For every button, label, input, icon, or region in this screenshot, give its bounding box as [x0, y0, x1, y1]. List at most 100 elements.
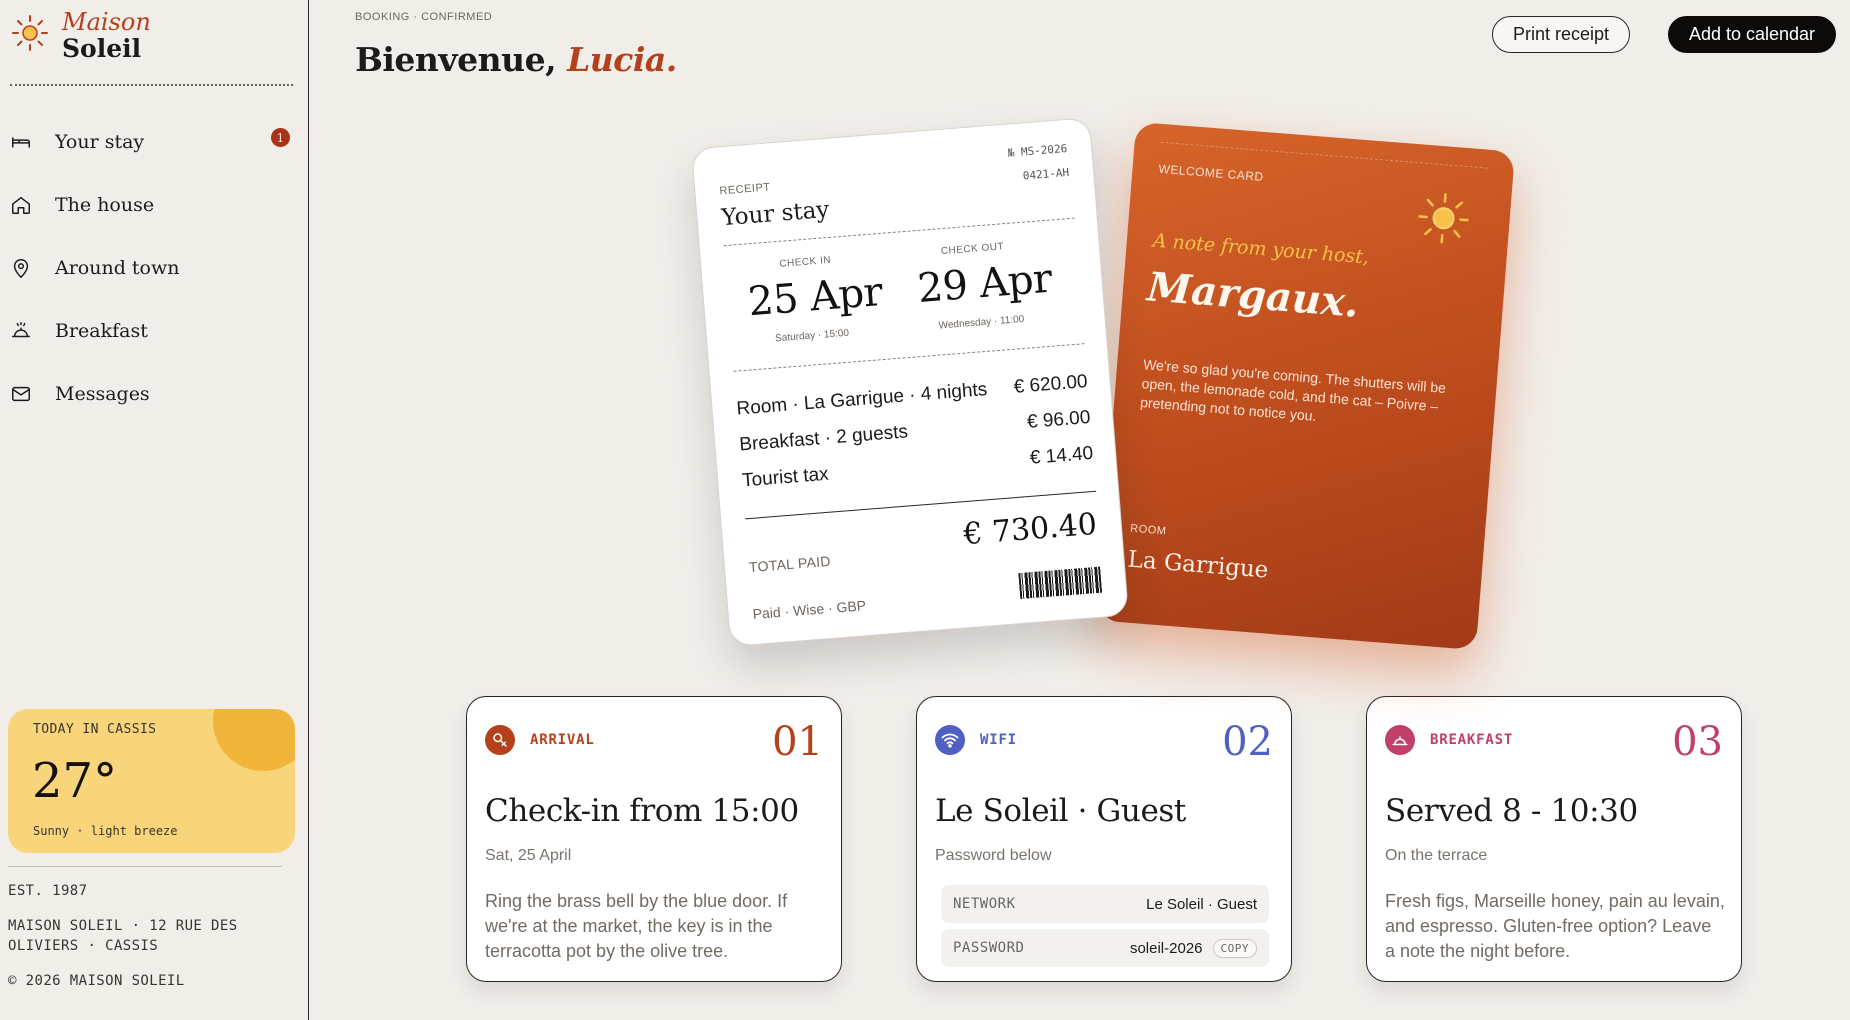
- sidebar-item-label: Breakfast: [55, 319, 148, 342]
- brand-name-bottom: Soleil: [62, 34, 142, 63]
- weather-label: TODAY IN CASSIS: [33, 722, 157, 737]
- checkin-label: CHECK IN: [778, 254, 832, 270]
- sidebar-item-messages[interactable]: Messages: [0, 362, 309, 425]
- sidebar-item-label: Messages: [55, 382, 150, 405]
- sidebar-divider: [10, 84, 293, 86]
- add-to-calendar-button[interactable]: Add to calendar: [1668, 16, 1836, 53]
- card-tag: WIFI: [980, 732, 1017, 748]
- brand-logo[interactable]: Maison Soleil: [10, 10, 151, 61]
- footer-established: EST. 1987: [8, 883, 88, 899]
- weather-description: Sunny · light breeze: [33, 824, 178, 838]
- room-name: La Garrigue: [1126, 546, 1270, 584]
- card-header: WIFI: [935, 725, 1017, 755]
- checkout-label: CHECK OUT: [940, 241, 1005, 258]
- breadcrumb: BOOKING · CONFIRMED: [355, 11, 493, 23]
- network-label: NETWORK: [953, 896, 1016, 912]
- wifi-password-row: PASSWORD soleil-2026 COPY: [941, 929, 1269, 967]
- receipt-number: № MS-2026: [1007, 141, 1068, 160]
- copy-password-button[interactable]: COPY: [1212, 938, 1257, 958]
- sun-icon: [1418, 193, 1469, 244]
- card-body: Ring the brass bell by the blue door. If…: [485, 891, 788, 961]
- password-value: soleil-2026: [1129, 939, 1203, 957]
- host-note-intro: A note from your host,: [1152, 229, 1370, 269]
- receipt-label: RECEIPT: [718, 181, 771, 198]
- line-amount: € 96.00: [1026, 406, 1092, 433]
- card-title: Served 8 - 10:30: [1385, 793, 1638, 829]
- breakfast-card[interactable]: BREAKFAST 03 Served 8 - 10:30 On the ter…: [1366, 696, 1742, 982]
- bed-icon: [12, 136, 30, 147]
- card-title: Check-in from 15:00: [485, 793, 799, 829]
- card-tag: ARRIVAL: [530, 732, 595, 748]
- network-value: Le Soleil · Guest: [1146, 895, 1257, 913]
- welcome-label: WELCOME CARD: [1158, 161, 1265, 185]
- welcome-divider: [1160, 141, 1488, 169]
- card-number: 01: [772, 719, 823, 765]
- house-icon: [12, 196, 30, 214]
- barcode-icon: [1018, 566, 1103, 600]
- key-icon: [485, 725, 515, 755]
- arrival-card[interactable]: ARRIVAL 01 Check-in from 15:00 Sat, 25 A…: [466, 696, 842, 982]
- card-number: 02: [1222, 719, 1273, 765]
- brand-name-top: Maison: [62, 8, 151, 36]
- footer-address: MAISON SOLEIL · 12 RUE DES OLIVIERS · CA…: [8, 918, 238, 954]
- sidebar-item-your-stay[interactable]: Your stay 1: [0, 110, 309, 173]
- total-amount: € 730.40: [962, 506, 1099, 553]
- checkin-time: Saturday · 15:00: [774, 327, 850, 345]
- envelope-icon: [12, 386, 30, 401]
- checkout-time: Wednesday · 11:00: [938, 313, 1025, 332]
- card-header: ARRIVAL: [485, 725, 595, 755]
- wifi-network-row: NETWORK Le Soleil · Guest: [941, 885, 1269, 923]
- greeting-text: Bienvenue,: [355, 40, 557, 79]
- receipt-title: Your stay: [720, 196, 831, 232]
- card-title: Le Soleil · Guest: [935, 793, 1186, 829]
- sidebar-nav: Your stay 1 The house Around town Breakf…: [0, 110, 309, 425]
- card-body: Fresh figs, Marseille honey, pain au lev…: [1385, 891, 1725, 961]
- total-label: TOTAL PAID: [748, 552, 832, 576]
- cloche-icon: [1385, 725, 1415, 755]
- line-label: Room · La Garrigue · 4 nights: [735, 379, 988, 420]
- guest-name: Lucia.: [567, 40, 677, 79]
- receipt-divider: [733, 343, 1085, 372]
- receipt-code: 0421-AH: [1022, 165, 1070, 183]
- welcome-message: We're so glad you're coming. The shutter…: [1139, 356, 1447, 424]
- sidebar: Maison Soleil Your stay 1 The house Arou…: [0, 0, 309, 1020]
- line-label: Breakfast · 2 guests: [738, 421, 909, 456]
- host-name: Margaux.: [1145, 263, 1361, 327]
- card-subtitle: Sat, 25 April: [485, 847, 572, 864]
- map-pin-icon: [13, 258, 29, 278]
- sidebar-item-label: Your stay: [55, 130, 145, 153]
- weather-widget: TODAY IN CASSIS 27° Sunny · light breeze: [8, 709, 295, 853]
- room-label: ROOM: [1129, 522, 1167, 538]
- sidebar-item-label: The house: [55, 193, 155, 216]
- line-amount: € 14.40: [1029, 442, 1094, 469]
- notification-badge: 1: [271, 128, 290, 147]
- sidebar-item-around-town[interactable]: Around town: [0, 236, 309, 299]
- password-label: PASSWORD: [953, 940, 1025, 956]
- welcome-card: WELCOME CARD A note from your host, Marg…: [1096, 121, 1516, 651]
- page-title: Bienvenue, Lucia.: [355, 40, 677, 79]
- sun-icon: [213, 709, 295, 771]
- line-label: Tourist tax: [741, 463, 830, 492]
- print-receipt-button[interactable]: Print receipt: [1492, 16, 1630, 53]
- wifi-icon: [935, 725, 965, 755]
- card-header: BREAKFAST: [1385, 725, 1513, 755]
- checkin-date: 25 Apr: [746, 268, 884, 326]
- footer-copyright: © 2026 MAISON SOLEIL: [8, 973, 185, 989]
- sun-logo-icon: [12, 14, 48, 51]
- line-amount: € 620.00: [1012, 371, 1089, 398]
- sidebar-item-the-house[interactable]: The house: [0, 173, 309, 236]
- footer-divider: [8, 866, 282, 867]
- wifi-card[interactable]: WIFI 02 Le Soleil · Guest Password below…: [916, 696, 1292, 982]
- cloche-icon: [12, 321, 30, 337]
- card-subtitle: On the terrace: [1385, 847, 1488, 864]
- checkout-date: 29 Apr: [915, 255, 1054, 313]
- receipt-card: RECEIPT № MS-2026 0421-AH Your stay CHEC…: [691, 117, 1129, 647]
- password-value-group: soleil-2026 COPY: [1129, 938, 1257, 958]
- payment-method: Paid · Wise · GBP: [752, 597, 867, 623]
- card-subtitle: Password below: [935, 847, 1052, 864]
- card-number: 03: [1672, 719, 1723, 765]
- weather-temperature: 27°: [32, 753, 118, 809]
- card-tag: BREAKFAST: [1430, 732, 1514, 748]
- sidebar-item-breakfast[interactable]: Breakfast: [0, 299, 309, 362]
- sidebar-item-label: Around town: [55, 256, 180, 279]
